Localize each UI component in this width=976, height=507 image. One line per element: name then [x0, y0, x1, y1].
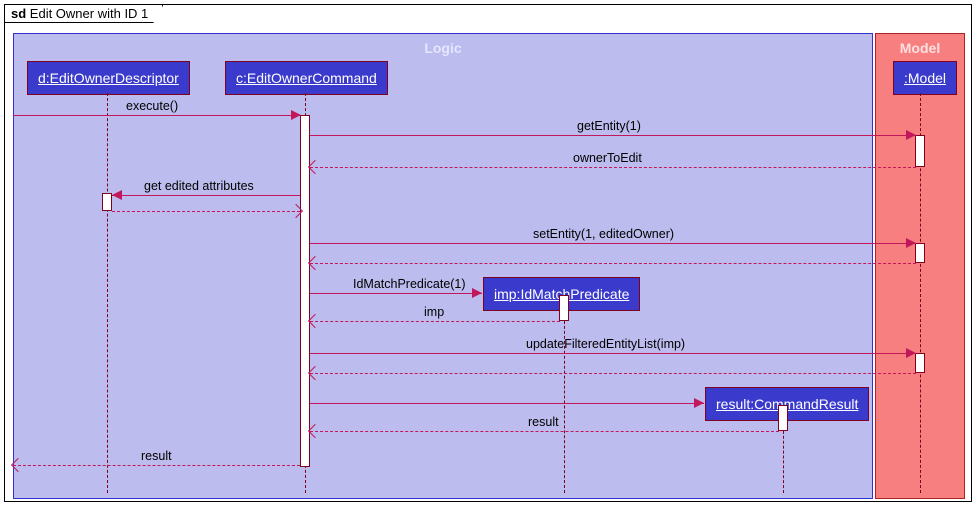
arrow-execute: [291, 110, 301, 120]
msg-setentity: [310, 243, 916, 244]
label-ownertoedit: ownerToEdit: [573, 151, 642, 165]
arrow-getentity: [906, 130, 916, 140]
participant-d: d:EditOwnerDescriptor: [27, 61, 190, 95]
lifeline-d: [107, 93, 108, 493]
label-execute: execute(): [126, 99, 178, 113]
label-updatefiltered: updateFilteredEntityList(imp): [526, 337, 685, 351]
participant-model: :Model: [893, 61, 957, 95]
label-result-return: result: [528, 415, 559, 429]
sd-title-tab: sd Edit Owner with ID 1: [5, 5, 163, 23]
lifeline-result: [783, 421, 784, 493]
arrow-result-create: [694, 398, 704, 408]
activation-model-1: [915, 135, 925, 167]
msg-result-return: [310, 431, 779, 432]
msg-updatefiltered-return: [310, 373, 916, 374]
label-setentity: setEntity(1, editedOwner): [533, 227, 674, 241]
sd-title: Edit Owner with ID 1: [30, 6, 149, 21]
label-getentity: getEntity(1): [577, 119, 641, 133]
msg-final-return: [13, 465, 300, 466]
msg-imp-return: [310, 321, 560, 322]
msg-execute: [13, 115, 300, 116]
arrow-imp-create: [472, 288, 482, 298]
label-getedited: get edited attributes: [144, 179, 254, 193]
label-final-return: result: [141, 449, 172, 463]
activation-model-3: [915, 353, 925, 373]
msg-ownertoedit: [310, 167, 916, 168]
activation-imp: [559, 295, 569, 321]
region-logic-title: Logic: [14, 34, 872, 60]
msg-imp-create: [310, 293, 482, 294]
activation-model-2: [915, 243, 925, 263]
msg-result-create: [310, 403, 704, 404]
label-imp-return: imp: [424, 305, 444, 319]
activation-result: [778, 405, 788, 431]
activation-d: [102, 193, 112, 211]
msg-updatefiltered: [310, 353, 916, 354]
arrow-setentity: [906, 238, 916, 248]
arrow-getedited: [112, 190, 122, 200]
participant-c: c:EditOwnerCommand: [225, 61, 388, 95]
label-imp-create: IdMatchPredicate(1): [353, 277, 466, 291]
arrow-updatefiltered: [906, 348, 916, 358]
region-model-title: Model: [876, 34, 964, 60]
msg-getedited-return: [112, 211, 300, 212]
msg-getentity: [310, 135, 916, 136]
sd-prefix: sd: [11, 6, 26, 21]
diagram-container: Logic Model d:EditOwnerDescriptor c:Edit…: [13, 33, 965, 499]
msg-getedited: [112, 195, 300, 196]
msg-setentity-return: [310, 263, 916, 264]
sequence-frame: sd Edit Owner with ID 1 Logic Model d:Ed…: [4, 4, 972, 502]
